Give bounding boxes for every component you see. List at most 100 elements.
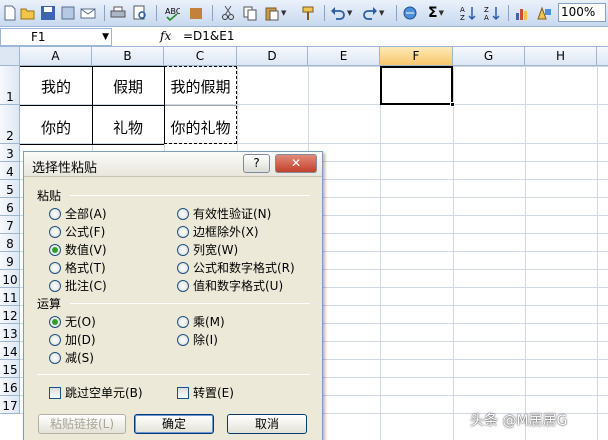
radio-icon [49,279,61,292]
dialog-title: 选择性粘贴 [32,161,98,176]
close-button[interactable]: ✕ [275,154,317,173]
divider [70,195,310,196]
row-header-4[interactable]: 4 [0,162,20,180]
row-header-1[interactable]: 1 [0,66,20,105]
column-header-h[interactable]: H [525,47,597,66]
paste-link-button[interactable]: 粘贴链接(L) [38,414,126,434]
row-header-13[interactable]: 13 [0,324,20,342]
skip-blanks-checkbox[interactable]: 跳过空单元(B) [49,384,143,401]
sort-ascending-icon[interactable]: AZ [460,4,476,22]
checkbox-icon [177,386,189,399]
radio-paste-left-1[interactable]: 公式(F) [49,223,105,240]
radio-paste-right-0[interactable]: 有效性验证(N) [177,205,271,222]
email-icon[interactable] [80,4,96,22]
cell-a2[interactable]: 你的 [20,117,92,138]
fill-handle[interactable] [450,102,455,107]
spelling-icon[interactable]: ABC [164,4,180,22]
radio-paste-right-1[interactable]: 边框除外(X) [177,223,259,240]
autosum-icon[interactable]: Σ ▼ [428,4,444,22]
row-number: 15 [2,363,18,377]
cell-b1[interactable]: 假期 [92,76,164,97]
row-number: 13 [2,327,18,341]
hyperlink-icon[interactable] [402,4,418,22]
column-header-f[interactable]: F [380,47,453,66]
row-header-10[interactable]: 10 [0,270,20,288]
svg-text:A: A [484,14,489,21]
row-header-2[interactable]: 2 [0,105,20,144]
divider [37,374,310,375]
row-header-15[interactable]: 15 [0,360,20,378]
ok-button[interactable]: 确定 [134,414,214,434]
save-icon[interactable] [40,4,56,22]
sort-descending-icon[interactable]: ZA [484,4,500,22]
row-header-5[interactable]: 5 [0,180,20,198]
copy-icon[interactable] [242,4,258,22]
radio-icon [177,279,189,292]
row-header-16[interactable]: 16 [0,378,20,396]
row-header-3[interactable]: 3 [0,144,20,162]
column-header-d[interactable]: D [237,47,308,66]
radio-op-left-1[interactable]: 加(D) [49,331,96,348]
formula-input[interactable]: =D1&E1 [183,28,235,45]
chart-wizard-icon[interactable] [514,4,530,22]
radio-paste-left-4[interactable]: 批注(C) [49,277,107,294]
skip-blanks-label: 跳过空单元(B) [65,386,143,400]
row-number: 3 [6,147,14,161]
row-header-9[interactable]: 9 [0,252,20,270]
research-icon[interactable] [188,4,204,22]
dialog-title-bar[interactable]: 选择性粘贴 ? ✕ [24,152,322,177]
radio-paste-left-2[interactable]: 数值(V) [49,241,107,258]
radio-label: 减(S) [65,351,94,365]
radio-op-left-0[interactable]: 无(O) [49,313,96,330]
print-preview-icon[interactable] [132,4,148,22]
radio-op-right-1[interactable]: 除(I) [177,331,218,348]
radio-op-left-2[interactable]: 减(S) [49,349,94,366]
column-header-a[interactable]: A [20,47,92,66]
insert-function-icon[interactable]: fx [160,28,171,45]
row-header-6[interactable]: 6 [0,198,20,216]
standard-toolbar: ABC ▼ ▼ ▼ Σ ▼ AZ ZA 100% [0,0,608,27]
operation-group-label: 运算 [37,297,62,311]
active-cell-f1[interactable] [380,66,455,107]
redo-icon[interactable]: ▼ [362,4,384,22]
radio-op-right-0[interactable]: 乘(M) [177,313,225,330]
column-header-c[interactable]: C [164,47,237,66]
radio-icon [49,243,61,256]
help-button[interactable]: ? [243,154,270,173]
name-box[interactable]: F1 ▼ [0,28,112,46]
print-icon[interactable] [110,4,126,22]
column-header-g[interactable]: G [453,47,525,66]
radio-icon [177,315,189,328]
row-header-11[interactable]: 11 [0,288,20,306]
open-icon[interactable] [20,4,36,22]
zoom-box[interactable]: 100% [558,3,606,22]
cell-a1[interactable]: 我的 [20,76,92,97]
drawing-icon[interactable] [536,4,552,22]
cancel-button[interactable]: 取消 [227,414,307,434]
row-header-12[interactable]: 12 [0,306,20,324]
radio-paste-right-4[interactable]: 值和数字格式(U) [177,277,283,294]
undo-icon[interactable]: ▼ [330,4,352,22]
column-header-b[interactable]: B [92,47,164,66]
cut-icon[interactable] [220,4,236,22]
transpose-checkbox[interactable]: 转置(E) [177,384,234,401]
format-painter-icon[interactable] [300,4,316,22]
new-icon[interactable] [2,4,18,22]
row-number: 9 [6,255,14,269]
row-header-17[interactable]: 17 [0,396,20,414]
radio-paste-left-3[interactable]: 格式(T) [49,259,106,276]
column-header-e[interactable]: E [308,47,380,66]
permission-icon[interactable] [60,4,76,22]
radio-paste-right-3[interactable]: 公式和数字格式(R) [177,259,295,276]
row-header-14[interactable]: 14 [0,342,20,360]
row-header-8[interactable]: 8 [0,234,20,252]
row-header-7[interactable]: 7 [0,216,20,234]
chevron-down-icon[interactable]: ▼ [102,29,109,45]
paste-icon[interactable]: ▼ [264,4,286,22]
select-all-corner[interactable] [0,47,20,66]
row-number: 5 [6,183,14,197]
radio-paste-right-2[interactable]: 列宽(W) [177,241,238,258]
cell-b2[interactable]: 礼物 [92,117,164,138]
formula-bar: F1 ▼ fx =D1&E1 [0,27,608,47]
radio-paste-left-0[interactable]: 全部(A) [49,205,107,222]
